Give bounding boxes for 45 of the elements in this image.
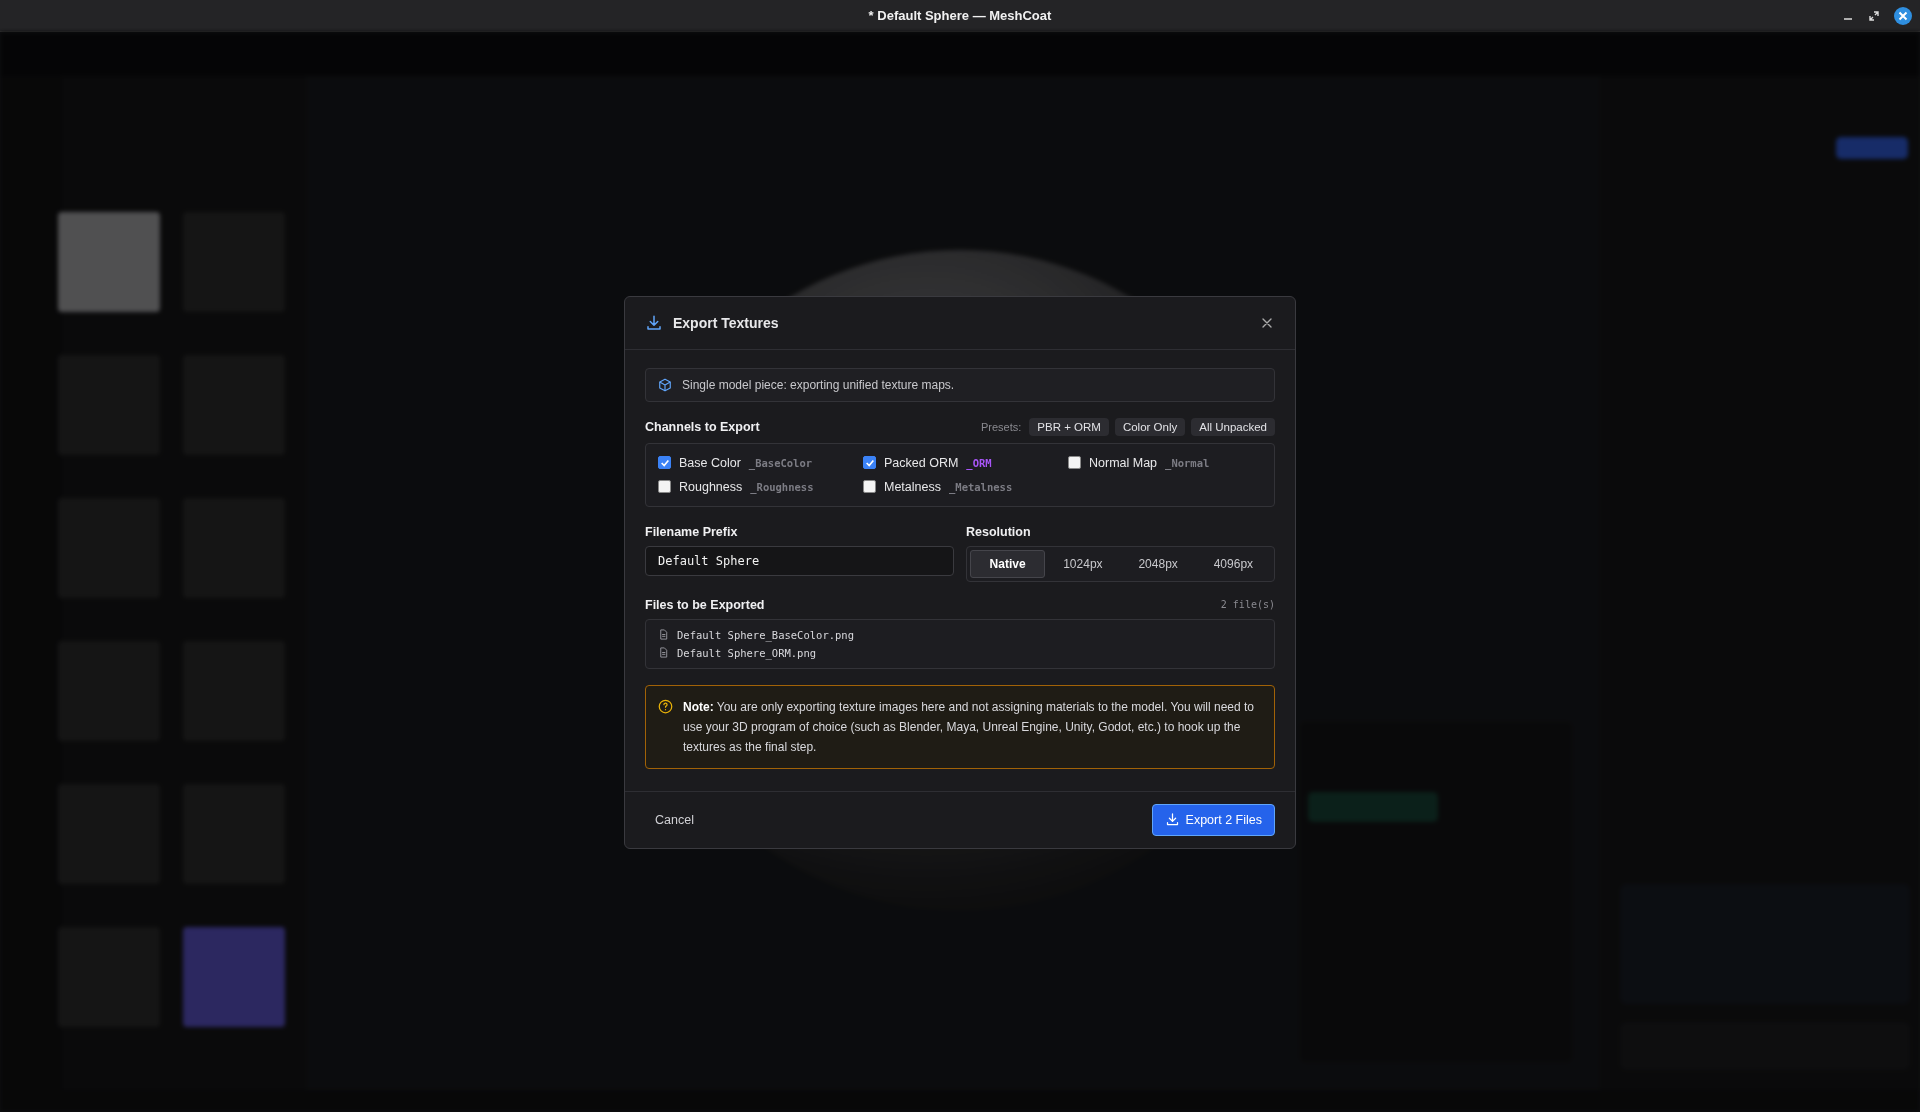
presets-label: Presets: bbox=[980, 420, 1022, 433]
download-icon bbox=[1164, 812, 1180, 827]
suffix-text: _Normal bbox=[1165, 456, 1210, 469]
file-name: Default Sphere_ORM.png bbox=[677, 646, 817, 659]
file-icon bbox=[658, 647, 669, 658]
file-count: 2 file(s) bbox=[1220, 599, 1275, 610]
info-text: Single model piece: exporting unified texture maps. bbox=[682, 377, 955, 392]
checkbox[interactable] bbox=[1068, 456, 1081, 469]
field-label: Resolution bbox=[966, 524, 1032, 539]
file-icon bbox=[658, 629, 669, 640]
channel-label: Packed ORM bbox=[884, 455, 959, 470]
channel-label: Normal Map bbox=[1089, 455, 1158, 470]
note-text: Note: You are only exporting texture images here and not assigning materials to the model. You will need to use your 3D program of choice (such as Blender, Maya, Unreal Engine, Unity, Godot, etc.) to hook up the textures as the final step. bbox=[683, 698, 1256, 756]
checkbox[interactable] bbox=[863, 480, 876, 493]
suffix-text: _BaseColor bbox=[748, 456, 813, 469]
field-label: Filename Prefix bbox=[645, 524, 739, 539]
suffix-text: _Metalness bbox=[949, 480, 1013, 493]
preset-button[interactable]: All Unpacked bbox=[1191, 417, 1275, 436]
help-icon bbox=[658, 698, 673, 714]
close-icon[interactable] bbox=[1894, 7, 1912, 25]
resolution-option[interactable]: Native bbox=[970, 549, 1046, 578]
cube-icon bbox=[658, 377, 672, 392]
window-title: * Default Sphere — MeshCoat bbox=[868, 8, 1052, 23]
export-button[interactable]: Export 2 Files bbox=[1151, 803, 1275, 836]
checkbox[interactable] bbox=[658, 480, 671, 493]
preset-button[interactable]: Color Only bbox=[1114, 417, 1186, 436]
resolution-option[interactable]: 2048px bbox=[1120, 549, 1196, 578]
channel-label: Roughness bbox=[679, 479, 743, 494]
checkbox[interactable] bbox=[658, 456, 671, 469]
channel-label: Base Color bbox=[679, 455, 741, 470]
channel-label: Metalness bbox=[884, 479, 941, 494]
section-label: Channels to Export bbox=[645, 419, 760, 434]
section-label: Files to be Exported bbox=[645, 597, 765, 612]
prefix-field[interactable]: Default Sphere bbox=[645, 545, 954, 576]
cancel-button[interactable]: Cancel bbox=[645, 806, 704, 833]
suffix-text: _ORM bbox=[966, 456, 992, 469]
dialog-title: Export Textures bbox=[673, 314, 780, 331]
preset-button[interactable]: PBR + ORM bbox=[1029, 417, 1109, 436]
suffix-text: _Roughness bbox=[750, 480, 814, 493]
checkbox[interactable] bbox=[863, 456, 876, 469]
restore-icon[interactable] bbox=[1868, 10, 1880, 22]
resolution-option[interactable]: 4096px bbox=[1195, 549, 1271, 578]
resolution-option[interactable]: 1024px bbox=[1045, 549, 1121, 578]
download-icon bbox=[645, 313, 663, 332]
file-name: Default Sphere_BaseColor.png bbox=[677, 628, 854, 641]
